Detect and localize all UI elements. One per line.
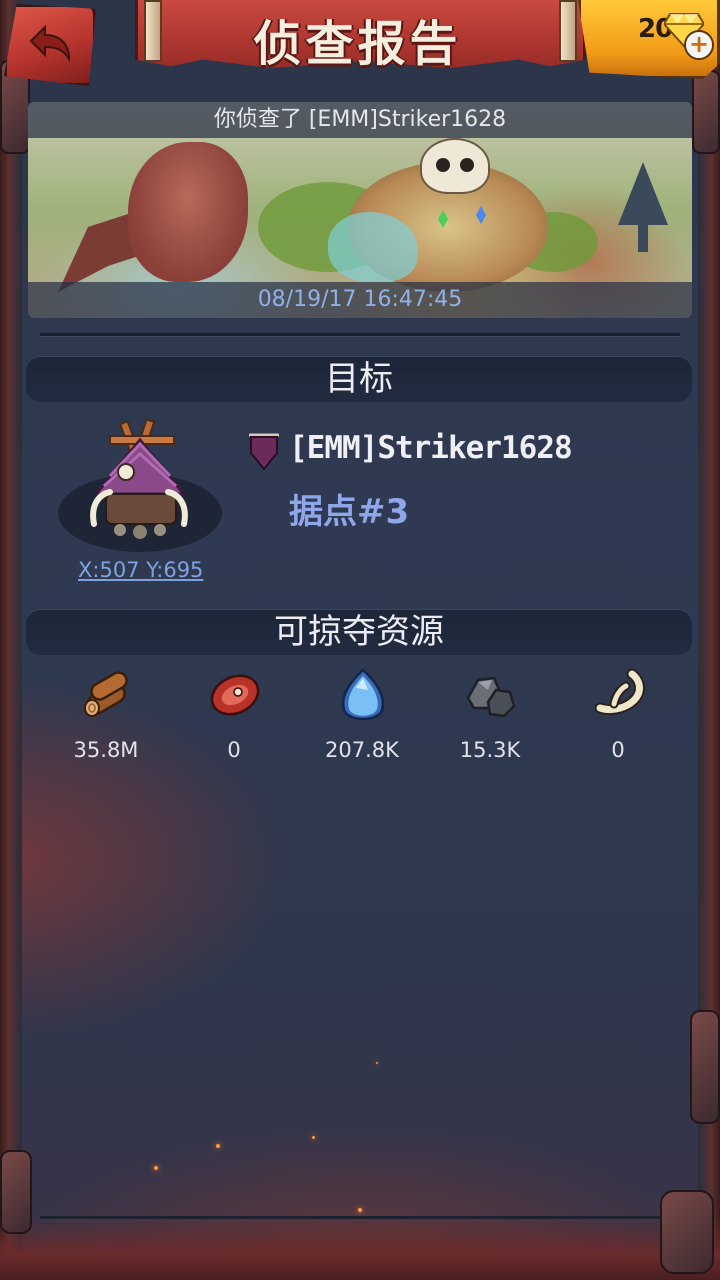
rock-decoration: [0, 1150, 32, 1234]
resource-bone: 0: [558, 664, 678, 762]
ember-particle: [216, 1144, 220, 1148]
alliance-flag-icon: [249, 433, 279, 471]
dragon-illustration: [128, 142, 248, 282]
target-type-label: 据点#3: [289, 492, 410, 532]
resource-value: 0: [611, 738, 625, 762]
resource-value: 15.3K: [459, 738, 521, 762]
player-name: [EMM]Striker1628: [289, 430, 573, 466]
bone-icon: [594, 668, 645, 716]
rock-decoration: [692, 70, 720, 154]
meat-icon: [210, 674, 260, 716]
scout-caption: 你侦查了 [EMM]Striker1628: [28, 102, 692, 138]
crystal-icon: [341, 668, 385, 721]
resource-crystal: 207.8K: [302, 664, 422, 762]
outpost-building-icon: [90, 418, 188, 539]
resource-value: 0: [227, 738, 241, 762]
ember-particle: [376, 1062, 378, 1064]
loot-section-header: 可掠夺资源: [26, 609, 692, 655]
rock-decoration: [690, 1010, 720, 1124]
coordinates-link[interactable]: X:507 Y:695: [78, 558, 203, 582]
ember-particle: [312, 1136, 315, 1139]
section-divider: [40, 333, 680, 337]
wood-icon: [84, 671, 128, 717]
resource-stone: 15.3K: [430, 664, 550, 762]
resource-wood: 35.8M: [46, 664, 166, 762]
scout-report-screen: 侦查报告 20 + 你侦查了 [EMM]Striker1628 08/19/17…: [0, 0, 720, 1280]
ember-particle: [358, 1208, 362, 1212]
resource-value: 207.8K: [325, 738, 399, 762]
page-title: 侦查报告: [253, 16, 462, 72]
back-button[interactable]: [4, 4, 96, 86]
rock-decoration: [660, 1190, 714, 1274]
tree-silhouette: [618, 162, 668, 252]
add-gems-icon[interactable]: +: [684, 30, 714, 60]
bottom-divider: [40, 1216, 680, 1220]
resource-value: 35.8M: [73, 738, 139, 762]
ember-particle: [154, 1166, 158, 1170]
frame-left-border: [0, 0, 22, 1280]
stone-icon: [466, 676, 516, 718]
resource-meat: 0: [174, 664, 294, 762]
scout-timestamp: 08/19/17 16:47:45: [28, 282, 692, 318]
back-arrow-icon: [29, 24, 71, 63]
target-section-header: 目标: [26, 356, 692, 402]
frame-bottom-border: [0, 1218, 720, 1280]
skull-monument: [420, 138, 490, 194]
